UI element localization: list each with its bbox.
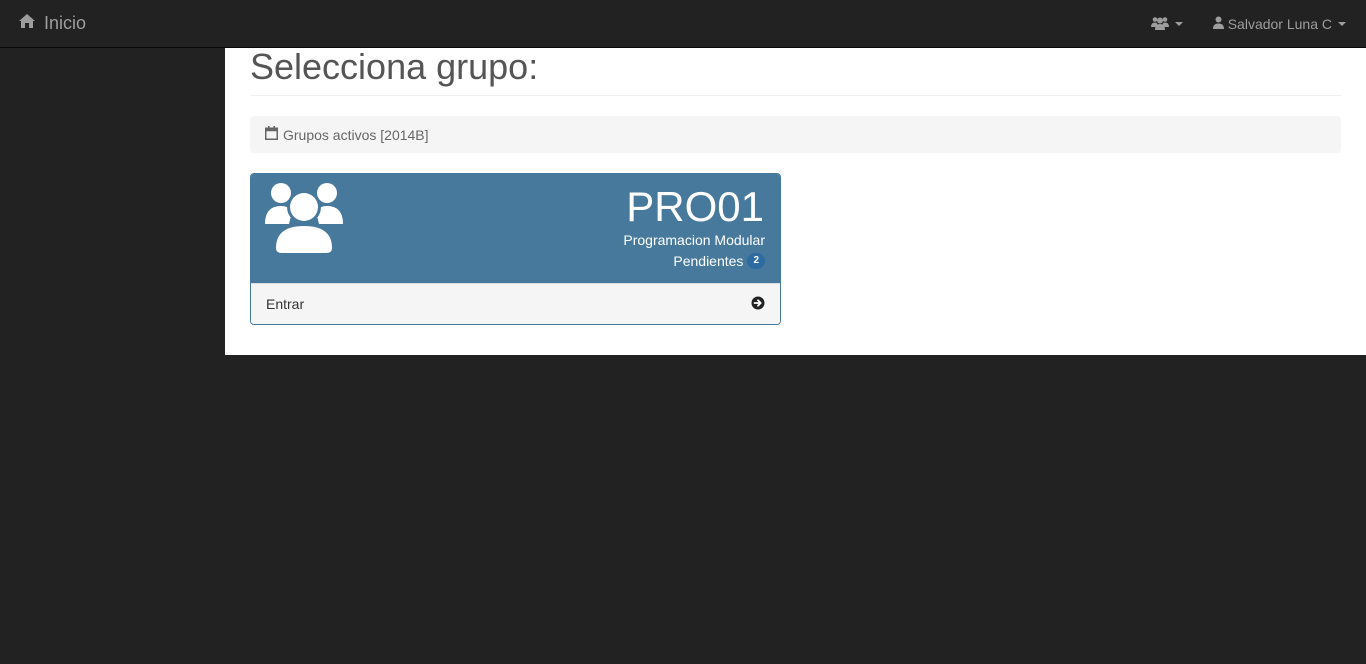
enter-group-link[interactable]: Entrar (251, 283, 780, 324)
user-menu-toggle[interactable]: Salvador Luna C (1212, 16, 1346, 32)
pending-indicator: Pendientes 2 (673, 252, 765, 270)
enter-label: Entrar (266, 296, 305, 312)
pending-count-badge: 2 (747, 253, 765, 269)
arrow-circle-right-icon (751, 296, 765, 313)
caret-down-icon (1338, 22, 1346, 26)
groups-menu-toggle[interactable] (1150, 16, 1183, 33)
group-subject: Programacion Modular (623, 232, 765, 248)
group-code: PRO01 (626, 183, 764, 230)
group-card-heading: PRO01 Programacion Modular Pendientes 2 (251, 174, 780, 283)
caret-down-icon (1174, 22, 1183, 26)
top-navbar: Inicio Salvador Luna C (0, 0, 1366, 48)
group-card: PRO01 Programacion Modular Pendientes 2 … (250, 173, 781, 325)
home-label: Inicio (44, 12, 87, 33)
active-groups-info: Grupos activos [2014B] (250, 116, 1341, 153)
user-icon (1212, 16, 1228, 32)
users-icon (1150, 16, 1169, 33)
calendar-icon (265, 126, 283, 143)
user-name: Salvador Luna C (1227, 16, 1332, 32)
active-groups-text: Grupos activos [2014B] (283, 126, 429, 143)
home-link[interactable]: Inicio (18, 11, 86, 35)
group-users-icon (265, 182, 343, 259)
home-icon (18, 13, 44, 34)
main-content: Selecciona grupo: Grupos activos [2014B] (225, 48, 1366, 355)
page-title: Selecciona grupo: (250, 48, 1341, 96)
pending-label: Pendientes (673, 253, 744, 269)
